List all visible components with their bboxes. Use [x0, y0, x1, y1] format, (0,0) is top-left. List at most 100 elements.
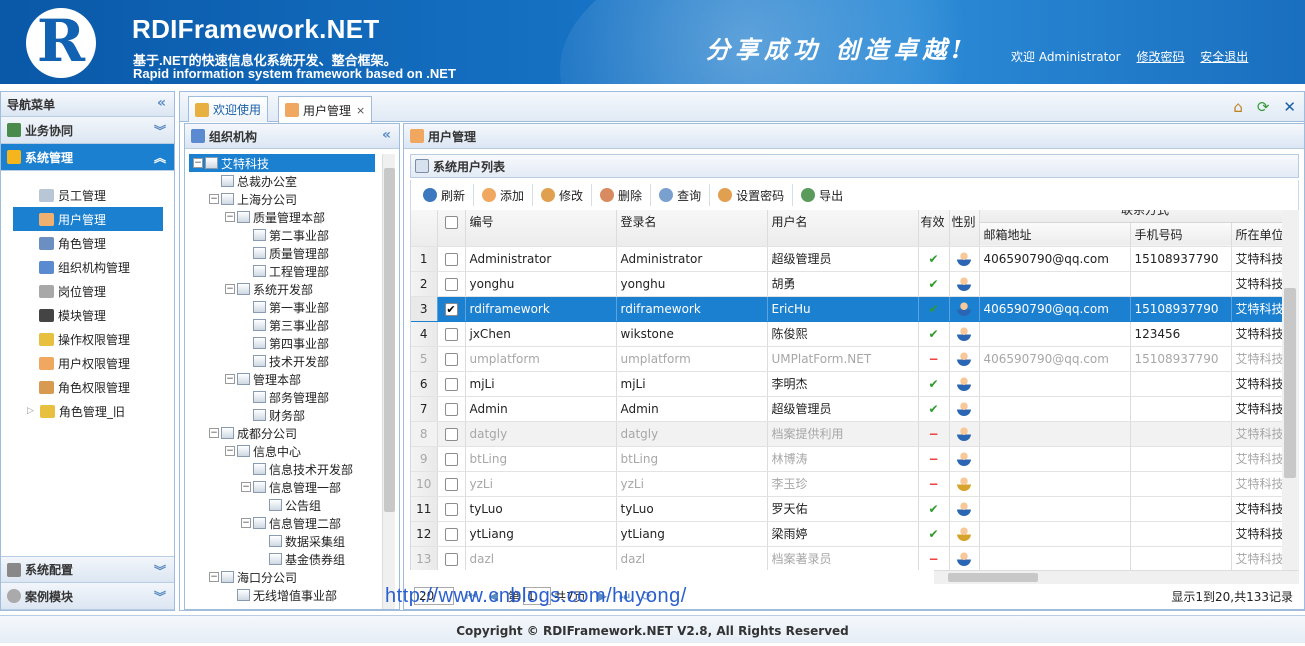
column-header-gender[interactable]: 性别 — [949, 210, 980, 247]
table-row[interactable]: 6 mjLi mjLi 李明杰 ✔ 艾特科技 — [411, 371, 1282, 397]
sidebar-item-role-permission[interactable]: 角色权限管理 — [1, 375, 174, 399]
column-header-phone[interactable]: 手机号码 — [1130, 222, 1232, 247]
tree-toggle-icon[interactable]: − — [241, 482, 251, 492]
table-row[interactable]: 1 Administrator Administrator 超级管理员 ✔ 4065907… — [411, 246, 1282, 272]
close-icon[interactable]: ✕ — [1283, 98, 1296, 116]
tree-toggle-icon[interactable]: − — [193, 158, 203, 168]
checkbox[interactable] — [444, 477, 458, 491]
tree-node[interactable]: 信息技术开发部 — [189, 460, 375, 478]
tree-scrollbar[interactable] — [382, 154, 395, 609]
add-button[interactable]: 添加 — [474, 184, 534, 206]
scroll-thumb[interactable] — [384, 168, 395, 512]
checkbox[interactable]: ✔ — [444, 302, 458, 316]
tree-node[interactable]: 基金债券组 — [189, 550, 375, 568]
tree-toggle-icon[interactable]: − — [225, 212, 235, 222]
home-icon[interactable]: ⌂ — [1233, 98, 1243, 116]
scroll-thumb[interactable] — [948, 573, 1038, 582]
edit-button[interactable]: 修改 — [533, 184, 593, 206]
tree-node[interactable]: − 上海分公司 — [189, 190, 375, 208]
sidebar-item-employee[interactable]: 员工管理 — [1, 183, 174, 207]
tree-node[interactable]: 第一事业部 — [189, 298, 375, 316]
nav-section-cases[interactable]: 案例模块 ︾ — [1, 583, 174, 610]
tree-toggle-icon[interactable]: − — [209, 428, 219, 438]
row-checkbox[interactable] — [437, 446, 466, 472]
nav-section-business[interactable]: 业务协同 ︾ — [1, 117, 174, 144]
column-header-email[interactable]: 邮箱地址 — [979, 222, 1131, 247]
tree-node[interactable]: 工程管理部 — [189, 262, 375, 280]
tree-toggle-icon[interactable]: − — [225, 446, 235, 456]
table-row[interactable]: 4 jxChen wikstone 陈俊熙 ✔ 123456 艾特科技 — [411, 321, 1282, 347]
table-row[interactable]: 3 ✔ rdiframework rdiframework EricHu ✔ 4065907… — [411, 296, 1282, 322]
checkbox[interactable] — [444, 277, 458, 291]
row-checkbox[interactable] — [437, 271, 466, 297]
checkbox[interactable] — [444, 352, 458, 366]
checkbox[interactable] — [444, 427, 458, 441]
tree-toggle-icon[interactable]: − — [209, 194, 219, 204]
refresh-button[interactable]: 刷新 — [415, 184, 475, 206]
org-collapse-icon[interactable]: « — [382, 127, 391, 143]
sidebar-item-user-permission[interactable]: 用户权限管理 — [1, 351, 174, 375]
table-row[interactable]: 7 Admin Admin 超级管理员 ✔ 艾特科技 — [411, 396, 1282, 422]
nav-section-config[interactable]: 系统配置 ︾ — [1, 556, 174, 583]
checkbox[interactable] — [444, 327, 458, 341]
table-row[interactable]: 13 dazl dazl 档案著录员 − 艾特科技 — [411, 546, 1282, 570]
row-checkbox[interactable] — [437, 471, 466, 497]
tree-node[interactable]: 部务管理部 — [189, 388, 375, 406]
checkbox[interactable] — [444, 527, 458, 541]
checkbox[interactable] — [444, 502, 458, 516]
checkbox[interactable] — [444, 552, 458, 566]
tree-toggle-icon[interactable]: − — [225, 374, 235, 384]
tree-node[interactable]: − 信息中心 — [189, 442, 375, 460]
tree-node[interactable]: − 信息管理二部 — [189, 514, 375, 532]
tree-node[interactable]: 财务部 — [189, 406, 375, 424]
grid-vertical-scrollbar[interactable] — [1282, 210, 1299, 570]
table-row[interactable]: 12 ytLiang ytLiang 梁雨婷 ✔ 艾特科技 — [411, 521, 1282, 547]
checkbox[interactable] — [444, 377, 458, 391]
tree-node[interactable]: − 海口分公司 — [189, 568, 375, 586]
row-checkbox[interactable]: ✔ — [437, 296, 466, 322]
tab-welcome[interactable]: 欢迎使用 — [188, 96, 269, 122]
search-button[interactable]: 查询 — [651, 184, 711, 206]
table-row[interactable]: 2 yonghu yonghu 胡勇 ✔ 艾特科技 — [411, 271, 1282, 297]
column-header-code[interactable]: 编号 — [465, 210, 617, 247]
sidebar-item-role-old[interactable]: ▷ 角色管理_旧 — [1, 399, 174, 423]
tree-node[interactable]: 数据采集组 — [189, 532, 375, 550]
tree-toggle-icon[interactable]: − — [225, 284, 235, 294]
column-header-name[interactable]: 用户名 — [767, 210, 919, 247]
tree-node[interactable]: − 管理本部 — [189, 370, 375, 388]
set-password-button[interactable]: 设置密码 — [710, 184, 794, 206]
sidebar-item-module[interactable]: 模块管理 — [1, 303, 174, 327]
tree-node[interactable]: − 系统开发部 — [189, 280, 375, 298]
row-checkbox[interactable] — [437, 546, 466, 570]
tree-node[interactable]: 公告组 — [189, 496, 375, 514]
checkbox[interactable] — [444, 402, 458, 416]
tab-user-management[interactable]: 用户管理 × — [278, 96, 373, 123]
nav-section-system[interactable]: 系统管理 ︽ — [1, 144, 174, 171]
row-checkbox[interactable] — [437, 421, 466, 447]
tree-node[interactable]: − 成都分公司 — [189, 424, 375, 442]
column-header-valid[interactable]: 有效 — [918, 210, 950, 247]
sidebar-item-post[interactable]: 岗位管理 — [1, 279, 174, 303]
column-header-login[interactable]: 登录名 — [616, 210, 768, 247]
sidebar-item-user[interactable]: 用户管理 — [13, 207, 163, 231]
tree-node[interactable]: 第二事业部 — [189, 226, 375, 244]
delete-button[interactable]: 删除 — [592, 184, 652, 206]
column-header-unit[interactable]: 所在单位/公 — [1231, 222, 1282, 247]
export-button[interactable]: 导出 — [793, 184, 851, 206]
select-all-checkbox[interactable] — [437, 210, 466, 247]
logout-link[interactable]: 安全退出 — [1200, 50, 1248, 64]
table-row[interactable]: 8 datgly datgly 档案提供利用 − 艾特科技 — [411, 421, 1282, 447]
tree-node[interactable]: − 信息管理一部 — [189, 478, 375, 496]
tree-toggle-icon[interactable]: − — [209, 572, 219, 582]
change-password-link[interactable]: 修改密码 — [1136, 50, 1184, 64]
nav-collapse-icon[interactable]: « — [157, 95, 166, 111]
refresh-icon[interactable]: ⟳ — [1257, 98, 1270, 116]
tree-node[interactable]: 第四事业部 — [189, 334, 375, 352]
tree-node[interactable]: − 质量管理本部 — [189, 208, 375, 226]
checkbox[interactable] — [444, 452, 458, 466]
tree-toggle-icon[interactable]: − — [241, 518, 251, 528]
expand-arrow-icon[interactable]: ▷ — [27, 406, 34, 416]
tree-node[interactable]: 质量管理部 — [189, 244, 375, 262]
row-checkbox[interactable] — [437, 396, 466, 422]
row-checkbox[interactable] — [437, 346, 466, 372]
